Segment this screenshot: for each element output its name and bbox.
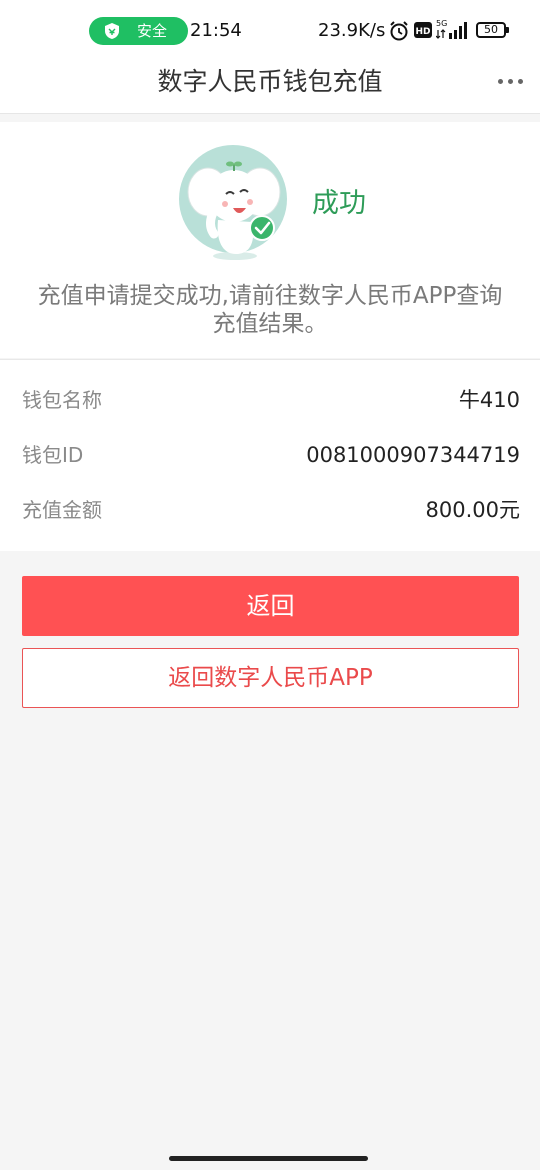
battery-icon: 50: [476, 22, 509, 38]
success-status: 成功: [312, 188, 366, 219]
detail-row-amount: 充值金额 800.00元: [22, 495, 520, 525]
detail-value: 0081000907344719: [306, 443, 520, 467]
nav-bar: 数字人民币钱包充值: [0, 60, 540, 114]
security-label: 安全: [137, 22, 168, 40]
detail-value: 800.00元: [425, 498, 520, 522]
status-bar: 安全 21:54 23.9K/s HD 5G 50: [0, 0, 540, 60]
hd-icon: HD: [414, 22, 432, 38]
alarm-clock-icon: [390, 21, 408, 41]
signal-strength-icon: 5G: [436, 19, 467, 39]
more-options-button[interactable]: [490, 68, 530, 94]
result-card: 成功 充值申请提交成功,请前往数字人民币APP查询充值结果。: [0, 122, 540, 358]
detail-value: 牛410: [458, 388, 520, 412]
result-message: 充值申请提交成功,请前往数字人民币APP查询充值结果。: [37, 283, 503, 337]
detail-label: 钱包名称: [22, 388, 102, 412]
detail-row-wallet-id: 钱包ID 0081000907344719: [22, 440, 520, 470]
detail-label: 钱包ID: [22, 443, 84, 467]
network-type: 5G: [436, 19, 447, 28]
svg-text:HD: HD: [415, 27, 430, 37]
shield-icon: [105, 23, 119, 39]
security-badge[interactable]: 安全: [89, 17, 188, 45]
wallet-details: 钱包名称 牛410 钱包ID 0081000907344719 充值金额 800…: [0, 359, 540, 551]
elephant-mascot-success-icon: [179, 145, 287, 260]
page-title: 数字人民币钱包充值: [157, 67, 383, 96]
back-to-app-button[interactable]: 返回数字人民币APP: [22, 648, 519, 708]
detail-row-wallet-name: 钱包名称 牛410: [22, 385, 520, 415]
detail-label: 充值金额: [22, 498, 102, 522]
more-dots-icon: [497, 78, 503, 84]
home-indicator[interactable]: [169, 1156, 368, 1161]
status-time: 21:54: [190, 20, 242, 41]
network-speed: 23.9K/s: [318, 20, 386, 41]
battery-level: 50: [484, 23, 498, 36]
back-button[interactable]: 返回: [22, 576, 519, 636]
